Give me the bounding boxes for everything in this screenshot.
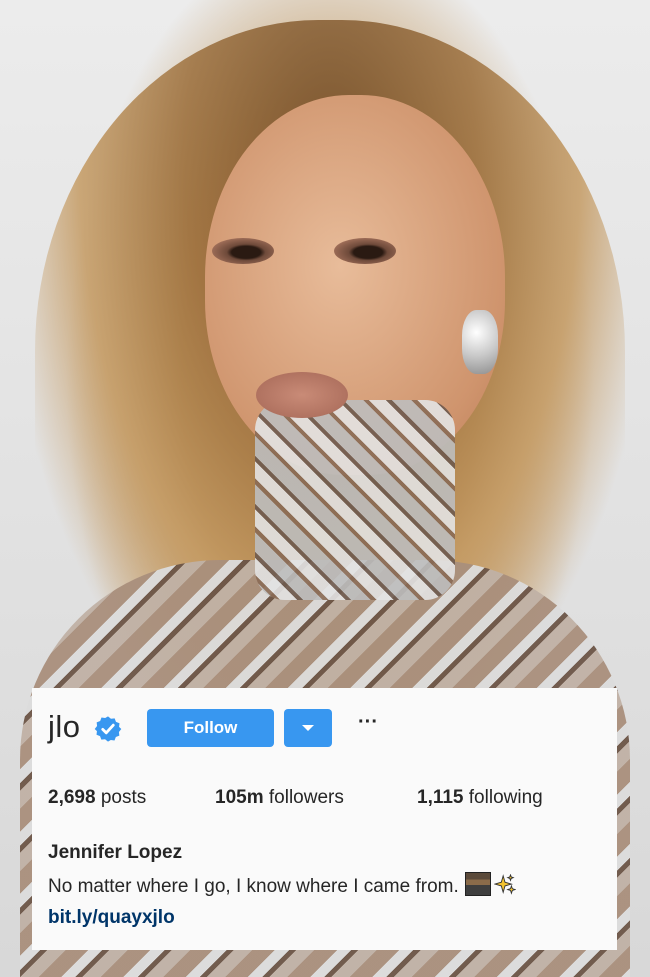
photo-lips [256,372,348,418]
bio-text: No matter where I go, I know where I cam… [48,876,459,897]
cityscape-emoji-icon [464,872,491,896]
full-name: Jennifer Lopez [48,842,183,863]
sparkles-emoji-icon [493,874,516,895]
photo-earring [462,310,498,374]
photo-right-eye [334,238,396,264]
profile-card: jlo Follow ··· 2,698 posts 105m follower… [32,688,617,950]
posts-count-value: 2,698 [48,787,96,808]
followers-count-label: followers [268,787,344,808]
followers-count[interactable]: 105m followers [215,786,344,810]
follow-options-dropdown[interactable] [284,709,332,747]
photo-left-eye [212,238,274,264]
chevron-down-icon [302,725,314,731]
username: jlo [48,709,81,744]
following-count[interactable]: 1,115 following [417,786,543,810]
follow-button[interactable]: Follow [147,709,274,747]
following-count-label: following [468,787,543,808]
bio-link[interactable]: bit.ly/quayxjlo [48,906,175,930]
followers-count-value: 105m [215,787,264,808]
bio: No matter where I go, I know where I cam… [48,872,516,900]
more-options-icon[interactable]: ··· [354,711,382,739]
verified-badge-icon [94,716,122,742]
posts-count[interactable]: 2,698 posts [48,786,146,810]
photo-necklace [255,400,455,600]
following-count-value: 1,115 [417,787,464,808]
posts-count-label: posts [100,787,147,808]
